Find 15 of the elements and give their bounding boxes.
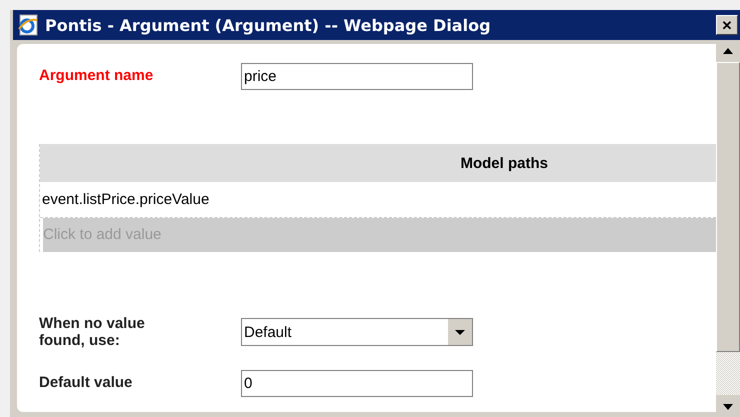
scroll-up-icon[interactable] [716,40,740,62]
browser-icon [17,14,39,36]
argument-name-field[interactable]: price [241,62,473,90]
field-label: Argument name [39,67,154,85]
fallback-select[interactable]: Default [241,318,473,346]
caret-icon [448,319,472,345]
column-header: Model paths [460,154,548,172]
window-title: Pontis - Argument (Argument) -- Webpage Dialog [45,16,492,34]
scroll-thumb[interactable] [716,62,740,352]
default-value-field[interactable]: 0 [241,370,473,396]
field-label: Default value [39,374,134,392]
close-button[interactable]: ✕ [716,15,738,35]
field-label: When no value found, use: [39,314,146,350]
scroll-down-icon[interactable] [716,395,740,417]
scrollbar[interactable] [716,40,740,417]
